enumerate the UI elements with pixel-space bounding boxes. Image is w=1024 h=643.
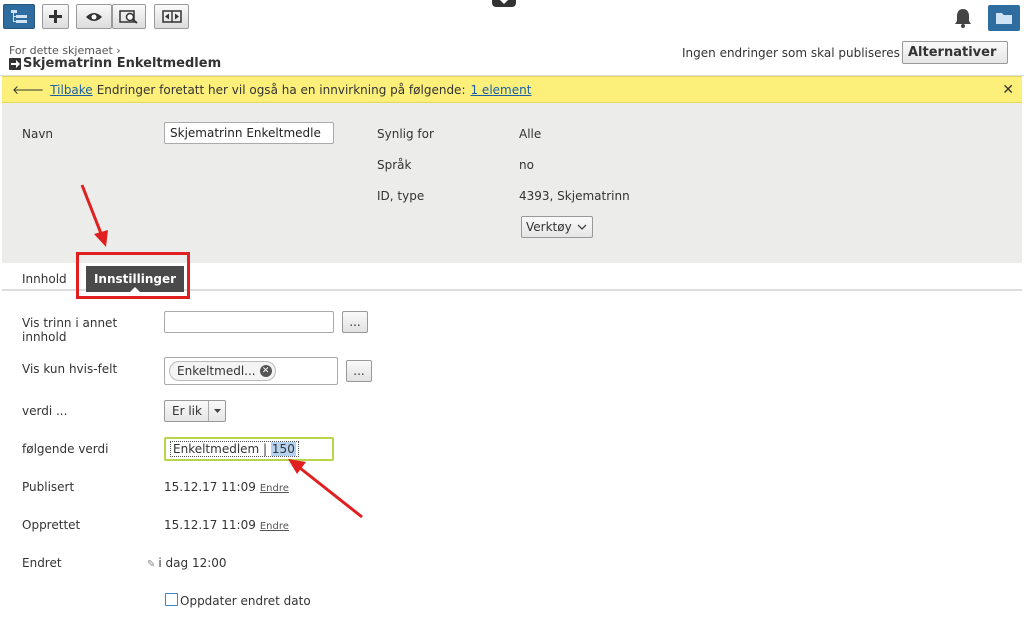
properties-panel: Navn Skjematrinn Enkeltmedle Synlig for … bbox=[2, 103, 1022, 263]
remove-icon[interactable]: ✕ bbox=[259, 365, 272, 377]
preview-button[interactable] bbox=[76, 4, 112, 29]
following-value-prefix: Enkeltmedlem | bbox=[173, 442, 268, 456]
change-created-link[interactable]: Endre bbox=[260, 521, 289, 532]
update-date-label: Oppdater endret dato bbox=[180, 594, 311, 608]
page-header: For dette skjemaet › Skjematrinn Enkeltm… bbox=[0, 38, 1024, 76]
published-label: Publisert bbox=[22, 480, 75, 494]
page-title: Skjematrinn Enkeltmedlem bbox=[9, 56, 221, 71]
value-label: verdi ... bbox=[22, 404, 68, 418]
annotation-arrowhead-value bbox=[288, 459, 306, 474]
show-step-label-line2: innhold bbox=[22, 330, 67, 344]
show-step-label: Vis trinn i annet bbox=[22, 316, 118, 330]
chevron-down-icon bbox=[500, 0, 508, 4]
notice-bar: 🡐 Tilbake Endringer foretatt her vil ogs… bbox=[2, 76, 1022, 103]
chip-label: Enkeltmedl... bbox=[177, 364, 256, 378]
created-value: 15.12.17 11:09 bbox=[164, 518, 256, 532]
top-toolbar bbox=[0, 0, 1024, 38]
affected-items-link[interactable]: 1 element bbox=[470, 83, 531, 97]
publish-status: Ingen endringer som skal publiseres bbox=[682, 46, 900, 60]
following-value-selected: 150 bbox=[270, 442, 296, 456]
tab-content[interactable]: Innhold bbox=[22, 272, 67, 286]
change-published-link[interactable]: Endre bbox=[260, 483, 289, 494]
language-value: no bbox=[519, 158, 534, 172]
tools-dropdown[interactable]: Verktøy bbox=[521, 216, 593, 238]
changed-value: i dag 12:00 bbox=[158, 556, 227, 570]
notifications-button[interactable] bbox=[954, 8, 972, 31]
tools-label: Verktøy bbox=[526, 220, 572, 234]
annotation-arrow-value bbox=[299, 466, 363, 519]
page-type-icon bbox=[9, 57, 21, 70]
created-label: Opprettet bbox=[22, 518, 81, 532]
bell-icon bbox=[955, 9, 971, 28]
browse-content-button[interactable]: ... bbox=[342, 311, 368, 333]
operator-value: Er lik bbox=[172, 404, 202, 418]
alternatives-label: Alternativer bbox=[908, 45, 997, 60]
following-value-label: følgende verdi bbox=[22, 442, 109, 456]
notice-message: Endringer foretatt her vil også ha en in… bbox=[96, 82, 466, 97]
name-label: Navn bbox=[22, 127, 54, 141]
operator-select[interactable]: Er lik bbox=[164, 400, 226, 422]
page-title-text: Skjematrinn Enkeltmedlem bbox=[23, 56, 222, 71]
changed-label: Endret bbox=[22, 556, 62, 570]
add-button[interactable] bbox=[42, 4, 69, 29]
collapse-header-toggle[interactable] bbox=[492, 0, 516, 7]
show-if-field[interactable]: Enkeltmedl... ✕ bbox=[164, 357, 338, 385]
following-value-input[interactable]: Enkeltmedlem | 150 bbox=[164, 437, 334, 461]
created-value-row: 15.12.17 11:09 Endre bbox=[164, 518, 289, 532]
close-icon[interactable]: ✕ bbox=[1002, 82, 1014, 98]
changed-value-row: ✎ i dag 12:00 bbox=[147, 556, 227, 570]
pencil-icon: ✎ bbox=[147, 559, 156, 570]
update-date-checkbox[interactable] bbox=[165, 593, 178, 606]
assets-button[interactable] bbox=[988, 5, 1020, 31]
selected-field-chip: Enkeltmedl... ✕ bbox=[169, 361, 276, 381]
browse-field-button[interactable]: ... bbox=[346, 360, 372, 382]
structure-tree-button[interactable] bbox=[3, 4, 35, 29]
view-button[interactable] bbox=[112, 4, 146, 29]
published-value: 15.12.17 11:09 bbox=[164, 480, 256, 494]
compare-icon bbox=[161, 10, 182, 23]
published-value-row: 15.12.17 11:09 Endre bbox=[164, 480, 289, 494]
magnifier-screen-icon bbox=[119, 9, 138, 24]
id-type-value: 4393, Skjematrinn bbox=[519, 189, 630, 203]
show-step-input[interactable] bbox=[164, 311, 334, 333]
id-type-label: ID, type bbox=[377, 189, 425, 203]
compare-button[interactable] bbox=[154, 4, 189, 29]
following-value-text: Enkeltmedlem | 150 bbox=[170, 441, 299, 457]
arrow-left-icon: 🡐 bbox=[12, 83, 45, 97]
plus-icon bbox=[49, 10, 62, 23]
visible-for-value: Alle bbox=[519, 127, 542, 141]
annotation-highlight-box bbox=[76, 252, 190, 299]
chevron-down-icon bbox=[577, 224, 587, 230]
chevron-down-icon bbox=[1006, 52, 1007, 53]
chevron-down-icon bbox=[208, 401, 225, 421]
eye-icon bbox=[86, 12, 102, 21]
name-input[interactable]: Skjematrinn Enkeltmedle bbox=[164, 122, 334, 144]
show-if-label: Vis kun hvis-felt bbox=[22, 362, 118, 376]
visible-for-label: Synlig for bbox=[377, 127, 434, 141]
tree-icon bbox=[11, 9, 27, 23]
alternatives-button[interactable]: Alternativer bbox=[902, 41, 1008, 64]
folder-icon bbox=[996, 13, 1012, 24]
language-label: Språk bbox=[377, 158, 412, 172]
back-link[interactable]: Tilbake bbox=[50, 83, 93, 97]
